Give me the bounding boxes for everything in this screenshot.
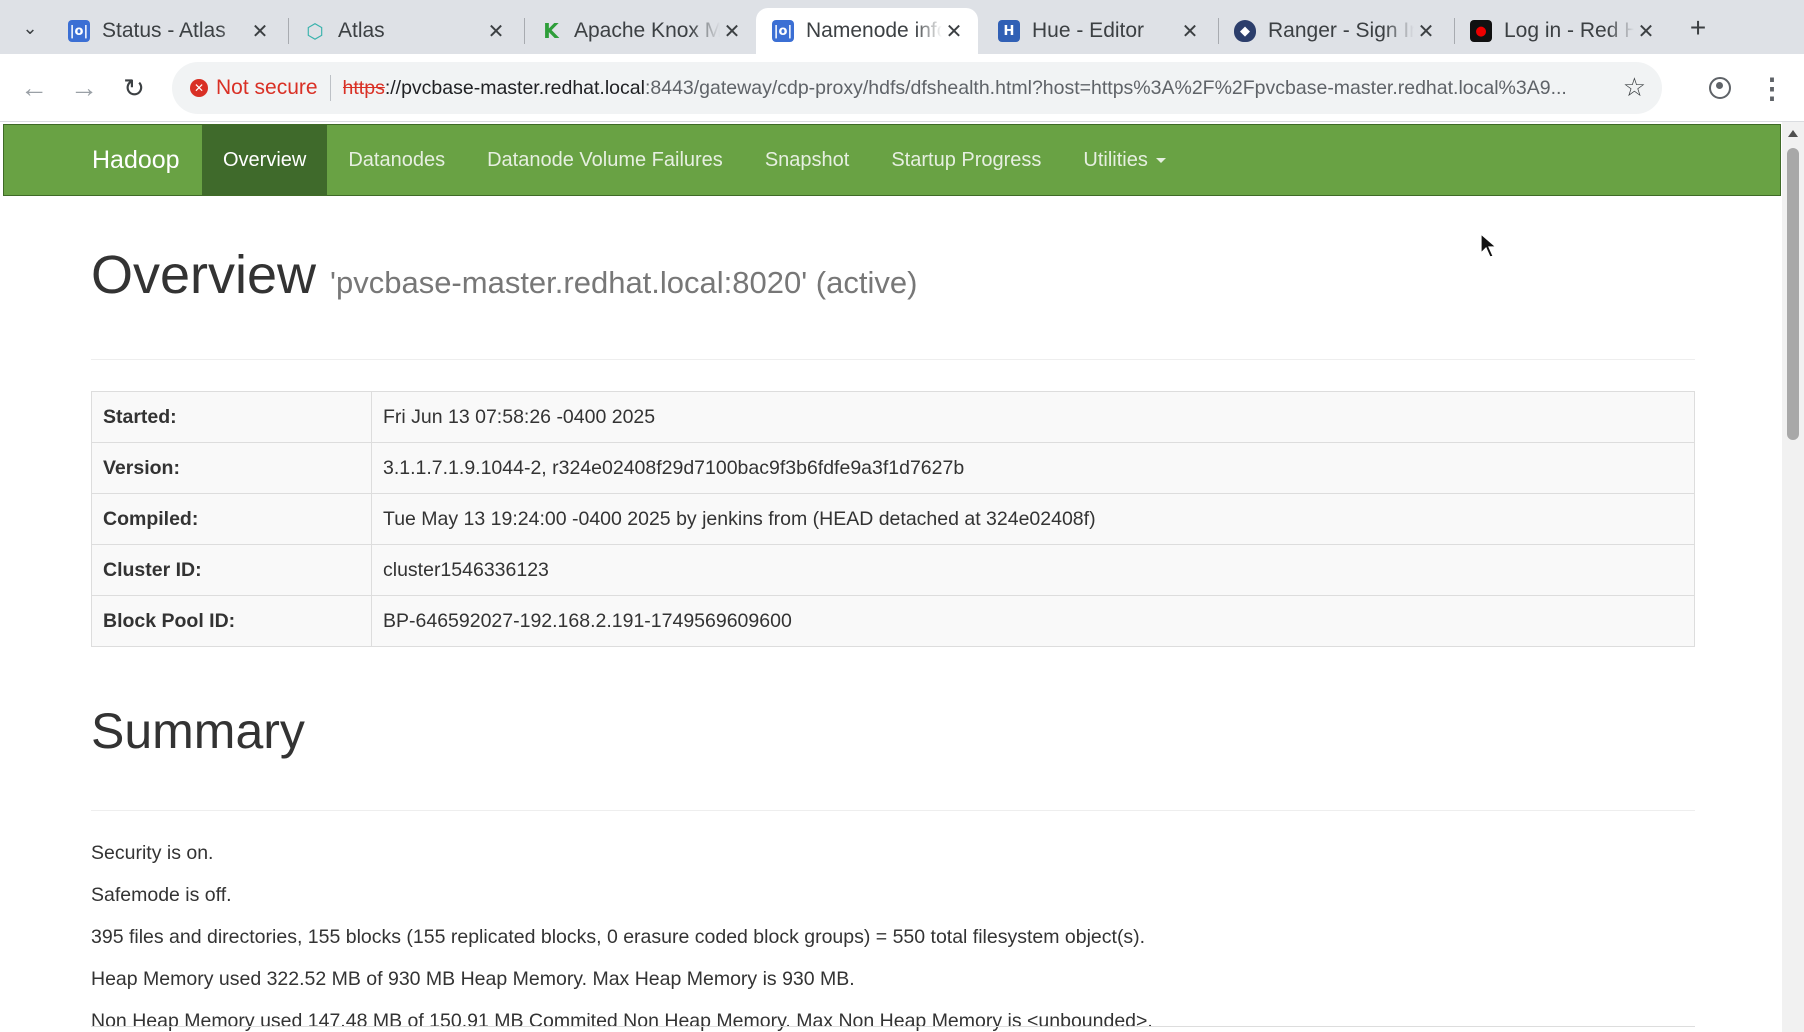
tab-red-hat-login[interactable]: ● Log in - Red Hat ✕ [1454,8,1670,54]
summary-lines: Security is on. Safemode is off. 395 fil… [91,832,1153,1032]
scroll-up-arrow-icon[interactable] [1788,130,1798,137]
divider [91,1026,1695,1027]
info-key: Block Pool ID: [91,595,372,647]
info-value: cluster1546336123 [371,544,1695,596]
tab-namenode-information[interactable]: |o| Namenode information ✕ [756,8,978,54]
close-tab-icon[interactable]: ✕ [248,19,272,44]
browser-toolbar: ← → ↻ ✕ Not secure https://pvcbase-maste… [0,54,1804,122]
forward-arrow-icon[interactable]: → [62,66,106,110]
not-secure-icon: ✕ [190,79,208,97]
security-label: Not secure [216,76,318,99]
vertical-scrollbar[interactable] [1782,122,1804,1032]
close-tab-icon[interactable]: ✕ [484,19,508,44]
profile-icon[interactable] [1698,66,1742,110]
summary-heading: Summary [91,703,305,759]
nav-startup-progress[interactable]: Startup Progress [870,125,1062,195]
bookmark-star-icon[interactable]: ☆ [1623,72,1646,103]
summary-line: Safemode is off. [91,884,232,906]
info-value: Fri Jun 13 07:58:26 -0400 2025 [371,391,1695,443]
close-tab-icon[interactable]: ✕ [720,19,744,44]
caret-down-icon [1155,158,1166,164]
nav-datanodes[interactable]: Datanodes [327,125,466,195]
nav-overview[interactable]: Overview [202,125,328,195]
close-tab-icon[interactable]: ✕ [942,19,966,44]
summary-line: Security is on. [91,842,214,864]
navbar-menu: Overview Datanodes Datanode Volume Failu… [202,125,1187,195]
browser-tab-strip: ⌄ |o| Status - Atlas ✕ ⬡ Atlas ✕ K Apach… [0,0,1804,54]
overview-heading: Overview'pvcbase-master.redhat.local:802… [91,245,918,305]
info-value: 3.1.1.7.1.9.1044-2, r324e02408f29d7100ba… [371,442,1695,494]
namenode-icon: |o| [772,20,794,42]
tab-title: Apache Knox Manager [574,19,720,42]
security-indicator[interactable]: ✕ Not secure [190,76,318,100]
summary-line: Heap Memory used 322.52 MB of 930 MB Hea… [91,968,855,990]
tab-status-atlas[interactable]: |o| Status - Atlas ✕ [52,8,284,54]
tab-title: Namenode information [806,19,942,42]
tab-apache-knox[interactable]: K Apache Knox Manager ✕ [524,8,756,54]
close-tab-icon[interactable]: ✕ [1414,19,1438,44]
knox-icon: K [543,19,559,43]
hue-icon: H [998,20,1020,42]
back-arrow-icon[interactable]: ← [12,66,56,110]
atlas-icon: ⬡ [306,19,324,43]
table-row: Compiled: Tue May 13 19:24:00 -0400 2025… [91,493,1695,545]
ranger-icon: ◆ [1234,20,1256,42]
redhat-icon: ● [1470,20,1492,42]
utilities-label: Utilities [1083,149,1148,171]
summary-line: Non Heap Memory used 147.48 MB of 150.91… [91,1010,1153,1032]
hadoop-brand[interactable]: Hadoop [92,125,180,195]
info-key: Started: [91,391,372,443]
divider [91,359,1695,360]
info-value: Tue May 13 19:24:00 -0400 2025 by jenkin… [371,493,1695,545]
tab-title: Status - Atlas [102,19,226,42]
table-row: Started: Fri Jun 13 07:58:26 -0400 2025 [91,391,1695,443]
tab-hue-editor[interactable]: H Hue - Editor ✕ [982,8,1214,54]
address-bar[interactable]: ✕ Not secure https://pvcbase-master.redh… [172,62,1662,114]
table-row: Version: 3.1.1.7.1.9.1044-2, r324e02408f… [91,442,1695,494]
tab-ranger-sign-in[interactable]: ◆ Ranger - Sign In ✕ [1218,8,1450,54]
close-tab-icon[interactable]: ✕ [1178,19,1202,44]
table-row: Cluster ID: cluster1546336123 [91,544,1695,596]
info-key: Cluster ID: [91,544,372,596]
tab-atlas[interactable]: ⬡ Atlas ✕ [288,8,520,54]
mouse-cursor-icon [1480,232,1498,264]
info-key: Version: [91,442,372,494]
prometheus-icon: |o| [68,20,90,42]
info-value: BP-646592027-192.168.2.191-1749569609600 [371,595,1695,647]
overview-subtitle: 'pvcbase-master.redhat.local:8020' (acti… [330,265,918,300]
summary-line: 395 files and directories, 155 blocks (1… [91,926,1146,948]
tab-title: Hue - Editor [1032,19,1145,42]
divider [91,810,1695,811]
page-viewport: Hadoop Overview Datanodes Datanode Volum… [0,122,1782,1032]
tab-search-chevron-icon[interactable]: ⌄ [10,10,50,46]
reload-icon[interactable]: ↻ [112,66,156,110]
table-row: Block Pool ID: BP-646592027-192.168.2.19… [91,595,1695,647]
new-tab-plus-icon[interactable]: + [1678,10,1718,46]
close-tab-icon[interactable]: ✕ [1634,19,1658,44]
nav-utilities-dropdown[interactable]: Utilities [1062,125,1186,195]
hadoop-navbar: Hadoop Overview Datanodes Datanode Volum… [3,124,1781,196]
overview-info-table: Started: Fri Jun 13 07:58:26 -0400 2025 … [91,391,1695,647]
scrollbar-thumb[interactable] [1787,148,1799,440]
info-key: Compiled: [91,493,372,545]
tab-title: Atlas [338,19,385,42]
tab-title: Ranger - Sign In [1268,19,1414,42]
nav-datanode-volume-failures[interactable]: Datanode Volume Failures [466,125,744,195]
url-text[interactable]: https://pvcbase-master.redhat.local:8443… [343,77,1598,100]
tab-title: Log in - Red Hat [1504,19,1634,42]
nav-snapshot[interactable]: Snapshot [744,125,871,195]
menu-kebab-icon[interactable]: ⋮ [1750,66,1794,110]
